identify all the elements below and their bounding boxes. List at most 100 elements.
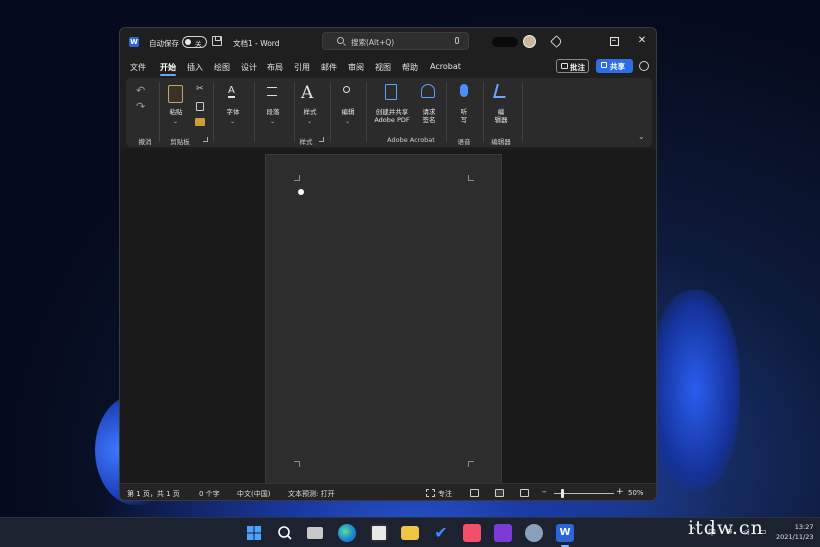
collapse-ribbon-chevron-icon[interactable]: ⌄ bbox=[638, 132, 645, 141]
document-title: 文档1 - Word bbox=[233, 39, 280, 48]
tab-mailings[interactable]: 邮件 bbox=[321, 62, 337, 73]
chevron-down-icon[interactable]: ⌄ bbox=[270, 118, 275, 125]
styles-launcher-icon[interactable] bbox=[319, 137, 324, 142]
store-icon[interactable] bbox=[370, 524, 388, 542]
tab-acrobat[interactable]: Acrobat bbox=[430, 62, 461, 71]
tab-view[interactable]: 视图 bbox=[375, 62, 391, 73]
chevron-down-icon[interactable]: ⌄ bbox=[307, 118, 312, 125]
request-sign-label-line2[interactable]: 签名 bbox=[417, 116, 441, 124]
paragraph-label[interactable]: 段落 bbox=[261, 108, 285, 116]
font-label[interactable]: 字体 bbox=[221, 108, 245, 116]
redo-icon[interactable]: ↷ bbox=[136, 100, 145, 113]
start-button[interactable] bbox=[245, 524, 263, 542]
editing-label[interactable]: 编辑 bbox=[336, 108, 360, 116]
word-count[interactable]: 0 个字 bbox=[199, 489, 220, 499]
text-predictions-status[interactable]: 文本预测: 打开 bbox=[288, 489, 335, 499]
group-adobe-label: Adobe Acrobat bbox=[387, 136, 435, 144]
status-bar: 第 1 页，共 1 页 0 个字 中文(中国) 文本预测: 打开 专注 – + … bbox=[120, 483, 656, 500]
file-explorer-icon[interactable] bbox=[401, 526, 419, 540]
chevron-down-icon[interactable]: ⌄ bbox=[345, 118, 350, 125]
create-share-label-line2[interactable]: Adobe PDF bbox=[370, 116, 414, 124]
format-painter-icon[interactable] bbox=[195, 118, 205, 126]
comment-icon bbox=[561, 63, 568, 69]
comments-button[interactable]: 批注 bbox=[556, 59, 589, 73]
tab-draw[interactable]: 绘图 bbox=[214, 62, 230, 73]
toggle-knob bbox=[185, 39, 191, 45]
margin-corner-mark bbox=[468, 175, 474, 181]
dictate-microphone-icon[interactable] bbox=[460, 84, 468, 97]
tab-help[interactable]: 帮助 bbox=[402, 62, 418, 73]
cut-icon[interactable]: ✂ bbox=[196, 84, 204, 94]
search-icon[interactable] bbox=[276, 524, 294, 542]
tab-insert[interactable]: 插入 bbox=[187, 62, 203, 73]
settings-gear-icon[interactable] bbox=[525, 524, 543, 542]
page-count[interactable]: 第 1 页，共 1 页 bbox=[127, 489, 180, 499]
music-app-icon[interactable] bbox=[463, 524, 481, 542]
paste-icon[interactable] bbox=[168, 85, 183, 103]
word-taskbar-icon[interactable]: W bbox=[556, 524, 574, 547]
clipboard-launcher-icon[interactable] bbox=[203, 137, 208, 142]
onenote-icon[interactable] bbox=[494, 524, 512, 542]
clock-time: 13:27 bbox=[794, 523, 814, 531]
autosave-toggle[interactable]: 关 bbox=[182, 36, 207, 48]
dictate-label-line2[interactable]: 写 bbox=[453, 116, 475, 124]
group-styles-label: 样式 bbox=[299, 138, 313, 146]
tab-home[interactable]: 开始 bbox=[160, 62, 176, 73]
chevron-down-icon[interactable]: ⌄ bbox=[173, 118, 178, 125]
zoom-slider-thumb[interactable] bbox=[561, 489, 564, 498]
request-sign-label-line1[interactable]: 请求 bbox=[417, 108, 441, 116]
microphone-icon[interactable] bbox=[455, 37, 459, 44]
feedback-smiley-icon[interactable] bbox=[639, 61, 649, 71]
editor-pen-icon[interactable] bbox=[493, 84, 509, 98]
web-layout-icon[interactable] bbox=[520, 489, 529, 497]
search-input[interactable]: 搜索(Alt+Q) bbox=[322, 32, 469, 50]
group-divider bbox=[294, 82, 295, 142]
copy-icon[interactable] bbox=[196, 102, 204, 111]
save-icon[interactable] bbox=[212, 36, 222, 46]
paste-label[interactable]: 粘贴 bbox=[164, 108, 188, 116]
pen-icon[interactable] bbox=[550, 35, 563, 48]
focus-icon[interactable] bbox=[426, 489, 435, 497]
tab-references[interactable]: 引用 bbox=[294, 62, 310, 73]
request-signature-icon[interactable] bbox=[421, 84, 435, 98]
text-cursor bbox=[298, 189, 304, 195]
create-pdf-icon[interactable] bbox=[385, 84, 397, 100]
system-clock[interactable]: 13:27 2021/11/23 bbox=[776, 522, 813, 542]
styles-label[interactable]: 样式 bbox=[298, 108, 322, 116]
close-button[interactable]: ✕ bbox=[636, 35, 648, 47]
chevron-down-icon[interactable]: ⌄ bbox=[230, 118, 235, 125]
undo-icon[interactable]: ↶ bbox=[136, 84, 145, 97]
editor-label-line2[interactable]: 辑器 bbox=[490, 116, 512, 124]
dictate-label-line1[interactable]: 听 bbox=[453, 108, 475, 116]
find-icon[interactable] bbox=[343, 86, 350, 93]
share-button[interactable]: 共享 bbox=[596, 59, 633, 73]
styles-icon[interactable]: A bbox=[301, 83, 313, 103]
print-layout-icon[interactable] bbox=[495, 489, 504, 497]
font-icon[interactable]: A bbox=[228, 86, 235, 98]
account-name[interactable] bbox=[492, 37, 518, 47]
zoom-out-button[interactable]: – bbox=[542, 487, 547, 497]
create-share-label-line1[interactable]: 创建并共享 bbox=[370, 108, 414, 116]
tab-design[interactable]: 设计 bbox=[241, 62, 257, 73]
task-view-icon[interactable] bbox=[307, 527, 323, 539]
paragraph-icon[interactable] bbox=[267, 87, 277, 96]
margin-corner-mark bbox=[468, 461, 474, 467]
group-divider bbox=[254, 82, 255, 142]
maximize-button[interactable] bbox=[610, 37, 619, 46]
tab-review[interactable]: 审阅 bbox=[348, 62, 364, 73]
language-indicator[interactable]: 中文(中国) bbox=[237, 489, 270, 499]
tab-file[interactable]: 文件 bbox=[130, 62, 146, 73]
avatar[interactable] bbox=[523, 35, 536, 48]
edge-browser-icon[interactable] bbox=[338, 524, 356, 542]
todo-check-icon[interactable]: ✔ bbox=[432, 524, 450, 542]
document-page[interactable] bbox=[265, 154, 502, 494]
group-divider bbox=[522, 82, 523, 142]
autosave-label: 自动保存 bbox=[149, 39, 179, 48]
document-canvas[interactable] bbox=[120, 149, 656, 494]
focus-label[interactable]: 专注 bbox=[438, 489, 452, 499]
read-mode-icon[interactable] bbox=[470, 489, 479, 497]
tab-layout[interactable]: 布局 bbox=[267, 62, 283, 73]
zoom-level[interactable]: 50% bbox=[628, 489, 644, 497]
editor-label-line1[interactable]: 编 bbox=[490, 108, 512, 116]
zoom-in-button[interactable]: + bbox=[616, 487, 624, 497]
